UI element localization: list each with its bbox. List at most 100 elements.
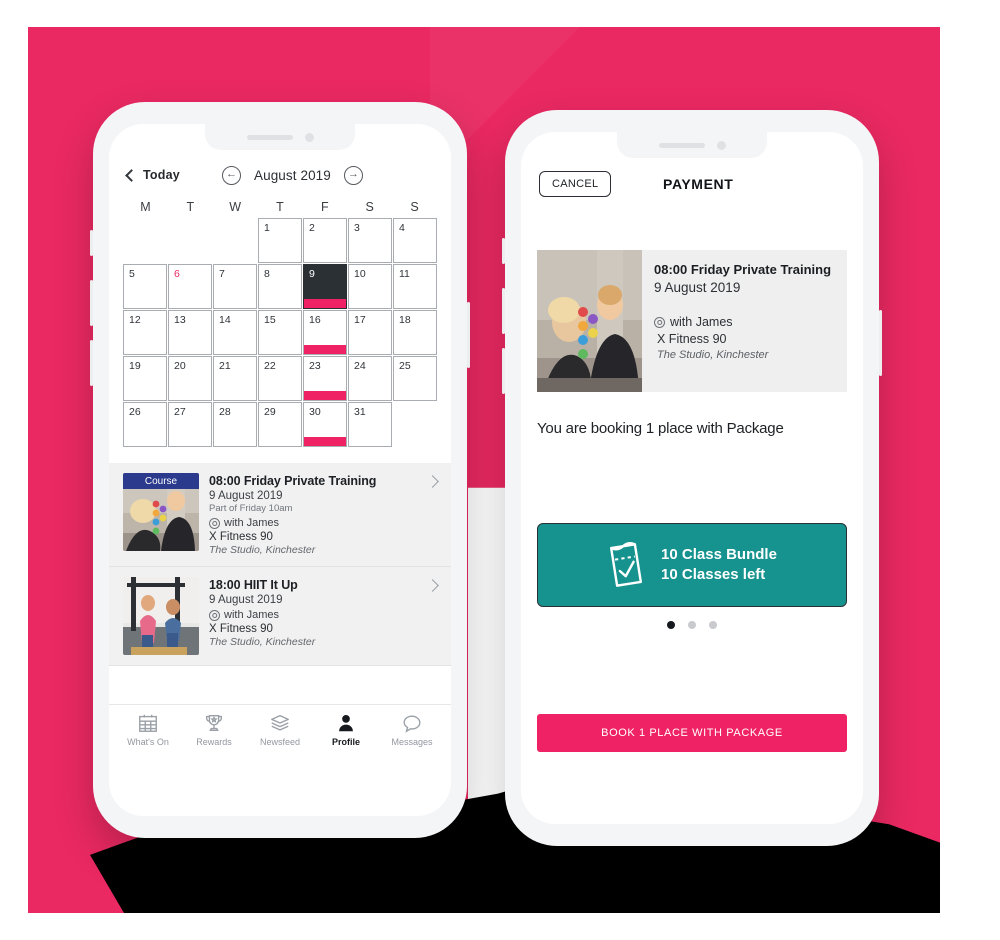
event-title: 08:00 Friday Private Training	[209, 474, 377, 488]
calendar-day-30[interactable]: 30	[303, 402, 347, 447]
day-of-week-4: F	[321, 200, 329, 214]
composition-stage: Today ← August 2019 → MTWTFSS 1234567891…	[0, 0, 1000, 940]
event-date: 9 August 2019	[209, 490, 283, 502]
calendar-day-number: 28	[219, 406, 231, 418]
prev-month-button[interactable]: ←	[221, 165, 241, 185]
calendar-day-17[interactable]: 17	[348, 310, 392, 355]
calendar-day-14[interactable]: 14	[213, 310, 257, 355]
month-navigator: ← August 2019 →	[180, 165, 405, 185]
calendar-day-31[interactable]: 31	[348, 402, 392, 447]
book-place-button[interactable]: BOOK 1 PLACE WITH PACKAGE	[537, 714, 847, 752]
booking-note: You are booking 1 place with Package	[537, 420, 784, 437]
calendar-day-number: 9	[309, 268, 315, 280]
carousel-dot-2[interactable]	[688, 621, 696, 629]
tab-messages[interactable]: Messages	[379, 712, 445, 747]
calendar-day-9[interactable]: 9	[303, 264, 347, 309]
chevron-right-icon	[426, 579, 439, 592]
phone-power-button	[467, 302, 470, 368]
person-circle-icon	[209, 517, 220, 529]
calendar-day-number: 18	[399, 314, 411, 326]
class-thumbnail	[537, 250, 642, 392]
event-package: X Fitness 90	[209, 623, 273, 635]
calendar-day-number: 21	[219, 360, 231, 372]
calendar-day-10[interactable]: 10	[348, 264, 392, 309]
calendar-day-13[interactable]: 13	[168, 310, 212, 355]
month-label: August 2019	[253, 167, 331, 183]
calendar-day-2[interactable]: 2	[303, 218, 347, 263]
event-list-item[interactable]: Course 08:00 Friday Private Training 9 Aug…	[109, 463, 451, 567]
day-of-week-0: M	[140, 200, 151, 214]
left-screen: Today ← August 2019 → MTWTFSS 1234567891…	[109, 124, 451, 816]
calendar-day-26[interactable]: 26	[123, 402, 167, 447]
calendar-day-6[interactable]: 6	[168, 264, 212, 309]
event-list-item[interactable]: 18:00 HIIT It Up 9 August 2019 with James X…	[109, 567, 451, 666]
calendar-day-7[interactable]: 7	[213, 264, 257, 309]
calendar-day-4[interactable]: 4	[393, 218, 437, 263]
person-circle-icon	[209, 609, 220, 621]
event-location: The Studio, Kinchester	[209, 544, 316, 556]
calendar-day-19[interactable]: 19	[123, 356, 167, 401]
carousel-dots	[521, 621, 863, 629]
tab-label: What's On	[127, 737, 169, 747]
cancel-button[interactable]: CANCEL	[539, 171, 612, 197]
calendar-day-25[interactable]: 25	[393, 356, 437, 401]
calendar-day-12[interactable]: 12	[123, 310, 167, 355]
calendar-day-1[interactable]: 1	[258, 218, 302, 263]
calendar-day-number: 4	[399, 222, 405, 234]
package-option-card[interactable]: 10 Class Bundle 10 Classes left	[537, 523, 847, 607]
calendar-day-number: 25	[399, 360, 411, 372]
event-title: 18:00 HIIT It Up	[209, 578, 298, 592]
calendar-day-8[interactable]: 8	[258, 264, 302, 309]
page-title: PAYMENT	[663, 176, 734, 192]
calendar-day-number: 17	[354, 314, 366, 326]
tab-rewards[interactable]: Rewards	[181, 712, 247, 747]
phone-mockup-calendar: Today ← August 2019 → MTWTFSS 1234567891…	[90, 102, 470, 838]
package-option-text: 10 Class Bundle 10 Classes left	[661, 545, 777, 586]
event-location: The Studio, Kinchester	[209, 636, 316, 648]
event-instructor: with James	[209, 517, 418, 529]
calendar-day-3[interactable]: 3	[348, 218, 392, 263]
calendar-day-24[interactable]: 24	[348, 356, 392, 401]
calendar-icon	[137, 712, 159, 734]
calendar-day-number: 6	[174, 268, 180, 280]
calendar-day-number: 27	[174, 406, 186, 418]
calendar-day-number: 24	[354, 360, 366, 372]
calendar-day-28[interactable]: 28	[213, 402, 257, 447]
booking-instructor: with James	[654, 315, 837, 329]
today-button[interactable]: Today	[125, 168, 180, 182]
calendar-day-15[interactable]: 15	[258, 310, 302, 355]
tab-label: Messages	[391, 737, 433, 747]
calendar-day-22[interactable]: 22	[258, 356, 302, 401]
event-package: X Fitness 90	[209, 531, 273, 543]
front-camera-icon	[304, 132, 314, 142]
calendar-event-bar	[304, 391, 346, 400]
tab-what-s-on[interactable]: What's On	[115, 712, 181, 747]
tab-newsfeed[interactable]: Newsfeed	[247, 712, 313, 747]
calendar-day-18[interactable]: 18	[393, 310, 437, 355]
calendar-day-number: 19	[129, 360, 141, 372]
calendar-day-5[interactable]: 5	[123, 264, 167, 309]
calendar-day-number: 26	[129, 406, 141, 418]
calendar-day-11[interactable]: 11	[393, 264, 437, 309]
calendar-day-number: 1	[264, 222, 270, 234]
day-of-week-6: S	[410, 200, 419, 214]
calendar-day-number: 20	[174, 360, 186, 372]
carousel-dot-3[interactable]	[709, 621, 717, 629]
front-camera-icon	[716, 140, 726, 150]
carousel-dot-1[interactable]	[667, 621, 675, 629]
tab-label: Profile	[331, 737, 360, 747]
calendar-day-16[interactable]: 16	[303, 310, 347, 355]
calendar-day-20[interactable]: 20	[168, 356, 212, 401]
calendar-day-27[interactable]: 27	[168, 402, 212, 447]
tab-profile[interactable]: Profile	[313, 712, 379, 747]
calendar-event-bar	[304, 437, 346, 446]
trophy-icon	[203, 712, 225, 734]
next-month-button[interactable]: →	[343, 165, 363, 185]
voucher-check-icon	[610, 542, 643, 587]
calendar-day-29[interactable]: 29	[258, 402, 302, 447]
right-screen: CANCEL PAYMENT 08:00 Friday Private Trai…	[521, 132, 863, 824]
calendar-day-23[interactable]: 23	[303, 356, 347, 401]
day-of-week-1: T	[186, 200, 195, 214]
package-option-line2: 10 Classes left	[661, 566, 766, 583]
calendar-day-21[interactable]: 21	[213, 356, 257, 401]
